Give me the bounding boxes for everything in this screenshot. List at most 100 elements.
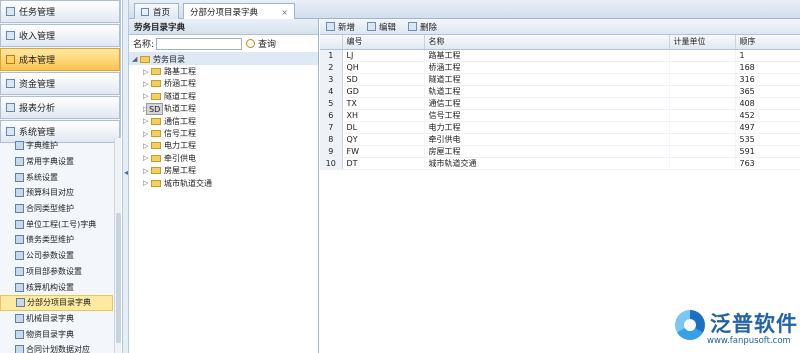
sub-item-budget-subject[interactable]: 预算科目对应 (0, 185, 113, 201)
nav-section-reports[interactable]: 报表分析 (0, 96, 120, 119)
search-button[interactable]: 查询 (258, 37, 276, 50)
delete-button-label: 删除 (420, 22, 438, 33)
table-row[interactable]: 4 GD 轨道工程 365 (320, 85, 800, 98)
sub-item-dictionary[interactable]: 字典维护 (0, 138, 113, 154)
column-header-name[interactable]: 名称 (424, 35, 670, 50)
folder-icon (140, 55, 150, 63)
order-cell: 168 (735, 61, 800, 74)
close-icon[interactable]: × (281, 8, 288, 17)
sub-item-contract-plan[interactable]: 合同计划数据对应 (0, 342, 113, 353)
panel-splitter[interactable]: ◂ (122, 0, 129, 353)
sub-item-material-dict[interactable]: 物资目录字典 (0, 326, 113, 342)
delete-button[interactable]: 删除 (408, 21, 437, 33)
table-row[interactable]: 8 QY 牵引供电 535 (320, 133, 800, 146)
doc-icon (15, 282, 24, 292)
expand-toggle-icon[interactable]: ▷ (143, 154, 151, 162)
code-cell: GD (342, 85, 425, 98)
row-number-cell: 10 (320, 157, 343, 170)
sub-item-debt-type[interactable]: 债务类型维护 (0, 232, 113, 248)
expand-toggle-icon[interactable]: ▷ (143, 167, 151, 175)
expand-toggle-icon[interactable]: ▷ (143, 130, 151, 138)
expand-toggle-icon[interactable]: ▷ (143, 142, 151, 150)
tree-node-label: 劳务目录 (153, 54, 185, 64)
nav-section-label: 资金管理 (19, 80, 56, 90)
search-icon[interactable] (246, 39, 256, 48)
table-row[interactable]: 6 XH 信号工程 452 (320, 109, 800, 122)
expand-toggle-icon[interactable]: ▷ (143, 80, 151, 88)
edit-button-label: 编辑 (379, 22, 397, 33)
nav-section-cost[interactable]: 成本管理 (0, 48, 120, 71)
sub-item-label: 分部分项目录字典 (27, 298, 91, 308)
table-row[interactable]: 9 FW 房屋工程 591 (320, 145, 800, 158)
chart-icon (6, 103, 15, 112)
nav-section-task[interactable]: 任务管理 (0, 0, 120, 23)
sub-item-contract-type[interactable]: 合同类型维护 (0, 201, 113, 217)
tree-node[interactable]: ▷ 桥涵工程 (129, 78, 318, 90)
doc-icon (15, 157, 24, 167)
tree-node[interactable]: ▷ 城市轨道交通 (129, 177, 318, 189)
sub-item-label: 常用字典设置 (26, 157, 74, 167)
tree-node[interactable]: ▷ 信号工程 (129, 127, 318, 139)
collapse-toggle-icon[interactable]: ◢ (132, 55, 140, 63)
nav-section-label: 报表分析 (19, 104, 56, 114)
sub-item-project-params[interactable]: 项目部参数设置 (0, 264, 113, 280)
doc-icon (15, 219, 24, 229)
order-cell: 763 (735, 157, 800, 170)
nav-scrollbar-thumb[interactable] (116, 213, 121, 343)
tree-node[interactable]: ▷ 通信工程 (129, 115, 318, 127)
expand-toggle-icon[interactable]: ▷ (143, 92, 151, 100)
tree-node-label: 隧道工程 (164, 91, 196, 101)
logo-mark-icon (675, 310, 705, 340)
sub-item-common-dict[interactable]: 常用字典设置 (0, 154, 113, 170)
tree-node[interactable]: ▷ 房屋工程 (129, 165, 318, 177)
nav-section-income[interactable]: 收入管理 (0, 24, 120, 47)
name-cell: 路基工程 (424, 49, 670, 62)
tree-node[interactable]: ▷ 电力工程 (129, 140, 318, 152)
table-header-row: 编号 名称 计量单位 顺序 (320, 35, 800, 50)
doc-icon (15, 266, 24, 276)
brand-logo: 泛普软件 www.fanpusoft.com (675, 306, 800, 353)
table-row[interactable]: 7 DL 电力工程 497 (320, 121, 800, 134)
column-header-unit[interactable]: 计量单位 (669, 35, 736, 50)
sub-item-accounting-org[interactable]: 核算机构设置 (0, 279, 113, 295)
order-cell: 316 (735, 73, 800, 86)
nav-section-funds[interactable]: 资金管理 (0, 72, 120, 95)
table-row[interactable]: 1 LJ 路基工程 1 (320, 49, 800, 62)
doc-icon (15, 172, 24, 182)
name-cell: 牵引供电 (424, 133, 670, 146)
table-row[interactable]: 5 TX 通信工程 408 (320, 97, 800, 110)
collapse-arrow-icon[interactable]: ◂ (124, 168, 128, 177)
column-header-code[interactable]: 编号 (342, 35, 425, 50)
sub-item-company-params[interactable]: 公司参数设置 (0, 248, 113, 264)
tree-node[interactable]: ▷ 牵引供电 (129, 152, 318, 164)
expand-toggle-icon[interactable]: ▷ (143, 117, 151, 125)
add-button[interactable]: 新增 (326, 21, 355, 33)
sub-item-subproject-dict[interactable]: 分部分项目录字典 (0, 294, 113, 311)
search-label: 名称: (133, 40, 155, 50)
code-cell: FW (342, 145, 425, 158)
tree-root[interactable]: ◢ 劳务目录 (129, 53, 318, 66)
tab-home[interactable]: 首页 (134, 3, 179, 19)
code-cell: XH (342, 109, 425, 122)
sub-item-unit-project[interactable]: 单位工程(工号)字典 (0, 216, 113, 232)
tree-node[interactable]: ▷轨道工程SD (129, 102, 318, 115)
tree-node[interactable]: ▷ 路基工程 (129, 65, 318, 77)
column-header-order[interactable]: 顺序 (735, 35, 800, 50)
table-row[interactable]: 3 SD 隧道工程 316 (320, 73, 800, 86)
name-cell: 房屋工程 (424, 145, 670, 158)
code-cell: SD (342, 73, 425, 86)
sub-item-machine-dict[interactable]: 机械目录字典 (0, 311, 113, 327)
expand-toggle-icon[interactable]: ▷ (143, 179, 151, 187)
tab-subproject-dict[interactable]: 分部分项目录字典 × (183, 3, 295, 20)
tree-node[interactable]: ▷ 隧道工程 (129, 90, 318, 102)
doc-icon (15, 204, 24, 214)
table-row[interactable]: 2 QH 桥涵工程 168 (320, 61, 800, 74)
table-row[interactable]: 10 DT 城市轨道交通 763 (320, 157, 800, 170)
search-input[interactable] (156, 37, 243, 50)
edit-button[interactable]: 编辑 (367, 21, 396, 33)
sub-item-system-settings[interactable]: 系统设置 (0, 169, 113, 185)
expand-toggle-icon[interactable]: ▷ (143, 68, 151, 76)
nav-scrollbar[interactable] (114, 138, 121, 353)
row-number-cell: 4 (320, 85, 343, 98)
row-number-cell: 7 (320, 121, 343, 134)
